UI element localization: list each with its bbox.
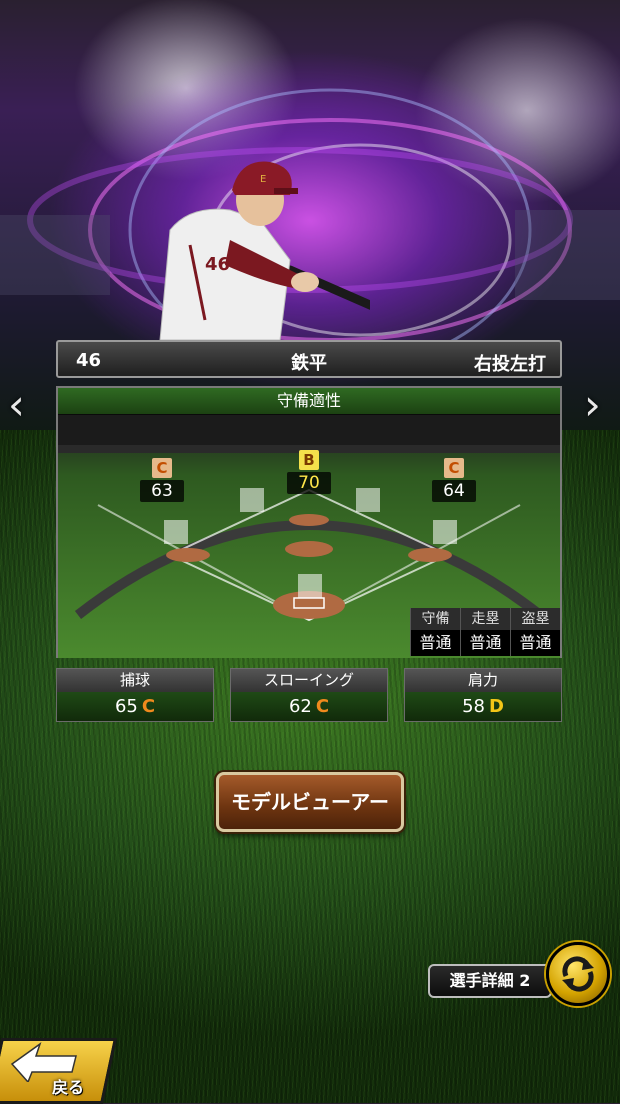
table-header: 走塁 (461, 608, 510, 630)
stat-label: 肩力 (405, 669, 561, 692)
model-viewer-button[interactable]: モデルビューアー (216, 772, 404, 832)
swap-page-button[interactable] (546, 942, 610, 1006)
stat-grade: D (488, 696, 504, 717)
position-second-base[interactable] (356, 488, 380, 512)
position-shortstop[interactable] (240, 488, 264, 512)
table-cell: 普通 (411, 630, 460, 656)
position-value: 63 (140, 480, 184, 502)
table-column: 走塁 普通 (460, 608, 510, 656)
next-player-icon[interactable]: › (584, 380, 601, 429)
player-detail-button[interactable]: 選手詳細 2 (428, 964, 552, 998)
position-left-field[interactable]: C 63 (140, 458, 184, 502)
stat-grade: C (315, 696, 330, 717)
grade-badge: C (152, 458, 172, 478)
position-value: 70 (287, 472, 331, 494)
table-cell: 普通 (461, 630, 510, 656)
stat-value-row: 62 C (231, 692, 387, 721)
table-column: 盗塁 普通 (510, 608, 560, 656)
running-stats-table: 守備 普通 走塁 普通 盗塁 普通 (410, 608, 560, 656)
stat-arm-strength: 肩力 58 D (404, 668, 562, 722)
player-image: 46 E (159, 161, 370, 340)
svg-text:E: E (260, 174, 266, 185)
stat-label: スローイング (231, 669, 387, 692)
position-value: 64 (432, 480, 476, 502)
swap-arrows-icon (562, 956, 594, 992)
back-label: 戻る (52, 1078, 85, 1097)
position-first-base[interactable] (433, 520, 457, 544)
grade-badge: B (299, 450, 319, 470)
stat-catching: 捕球 65 C (56, 668, 214, 722)
player-name-bar: 46 鉄平 右投左打 (56, 340, 562, 378)
position-center-field[interactable]: B 70 (287, 450, 331, 494)
stat-value-row: 65 C (57, 692, 213, 721)
panel-title: 守備適性 (58, 388, 560, 415)
table-header: 守備 (411, 608, 460, 630)
position-right-field[interactable]: C 64 (432, 458, 476, 502)
table-column: 守備 普通 (410, 608, 460, 656)
position-catcher[interactable] (298, 574, 322, 598)
stat-value: 65 (114, 696, 138, 717)
prev-player-icon[interactable]: ‹ (8, 380, 25, 429)
stat-throwing: スローイング 62 C (230, 668, 388, 722)
table-cell: 普通 (511, 630, 560, 656)
batting-throwing-hand: 右投左打 (474, 354, 546, 375)
stat-value: 62 (288, 696, 312, 717)
stat-label: 捕球 (57, 669, 213, 692)
grade-badge: C (444, 458, 464, 478)
stat-grade: C (141, 696, 156, 717)
stat-value: 58 (462, 696, 485, 717)
stat-value-row: 58 D (405, 692, 561, 721)
position-third-base[interactable] (164, 520, 188, 544)
defense-aptitude-panel: 守備適性 C 63 B 70 C 64 守備 普通 走塁 普通 盗塁 普通 (56, 386, 562, 658)
table-header: 盗塁 (511, 608, 560, 630)
